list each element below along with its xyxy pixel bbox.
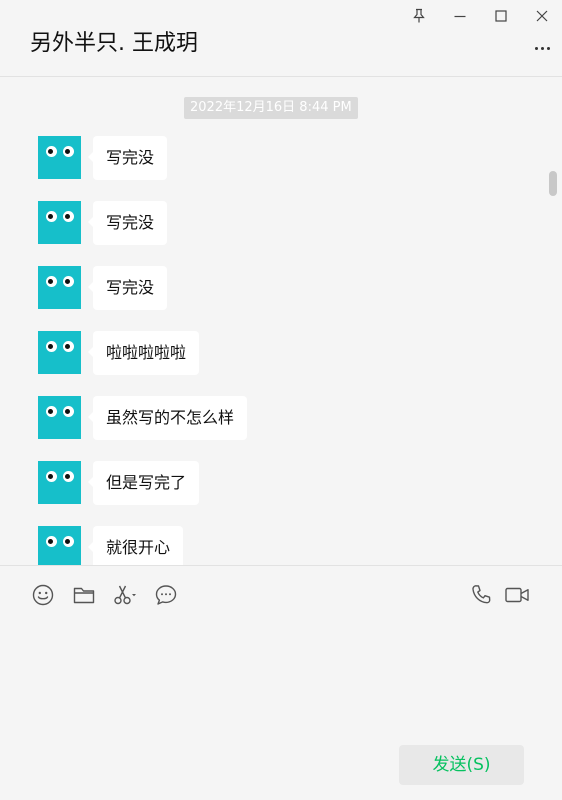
message-bubble[interactable]: 写完没 <box>87 266 168 310</box>
message-list[interactable]: 2022年12月16日 8:44 PM 写完没 写完没 写完没 啦啦啦啦啦 虽然… <box>0 78 562 565</box>
contact-avatar[interactable] <box>38 331 81 374</box>
message-timestamp: 2022年12月16日 8:44 PM <box>184 97 358 119</box>
message-bubble[interactable]: 写完没 <box>87 201 168 245</box>
chat-bubble-icon[interactable] <box>153 582 179 608</box>
folder-icon[interactable] <box>71 582 97 608</box>
emoji-icon[interactable] <box>30 582 56 608</box>
title-bar: 另外半只. 王成玥 <box>0 0 562 77</box>
contact-avatar[interactable] <box>38 201 81 244</box>
contact-avatar[interactable] <box>38 526 81 565</box>
contact-avatar[interactable] <box>38 136 81 179</box>
message-bubble[interactable]: 写完没 <box>87 136 168 180</box>
message-bubble[interactable]: 但是写完了 <box>87 461 200 505</box>
more-dots-icon[interactable] <box>530 40 554 56</box>
message-scrollbar[interactable] <box>549 171 557 196</box>
composer-toolbar <box>0 565 562 623</box>
scissors-icon[interactable] <box>112 582 138 608</box>
phone-icon[interactable] <box>468 582 494 608</box>
minimize-icon[interactable] <box>447 4 473 28</box>
pin-icon[interactable] <box>406 4 432 28</box>
contact-avatar[interactable] <box>38 396 81 439</box>
close-icon[interactable] <box>529 4 555 28</box>
contact-avatar[interactable] <box>38 461 81 504</box>
maximize-icon[interactable] <box>488 4 514 28</box>
message-bubble[interactable]: 啦啦啦啦啦 <box>87 331 200 375</box>
video-icon[interactable] <box>503 582 533 608</box>
send-button[interactable]: 发送(S) <box>399 745 524 785</box>
contact-avatar[interactable] <box>38 266 81 309</box>
message-input[interactable] <box>18 626 544 734</box>
message-bubble[interactable]: 虽然写的不怎么样 <box>87 396 248 440</box>
message-bubble[interactable]: 就很开心 <box>87 526 184 565</box>
chat-title: 另外半只. 王成玥 <box>30 31 198 56</box>
